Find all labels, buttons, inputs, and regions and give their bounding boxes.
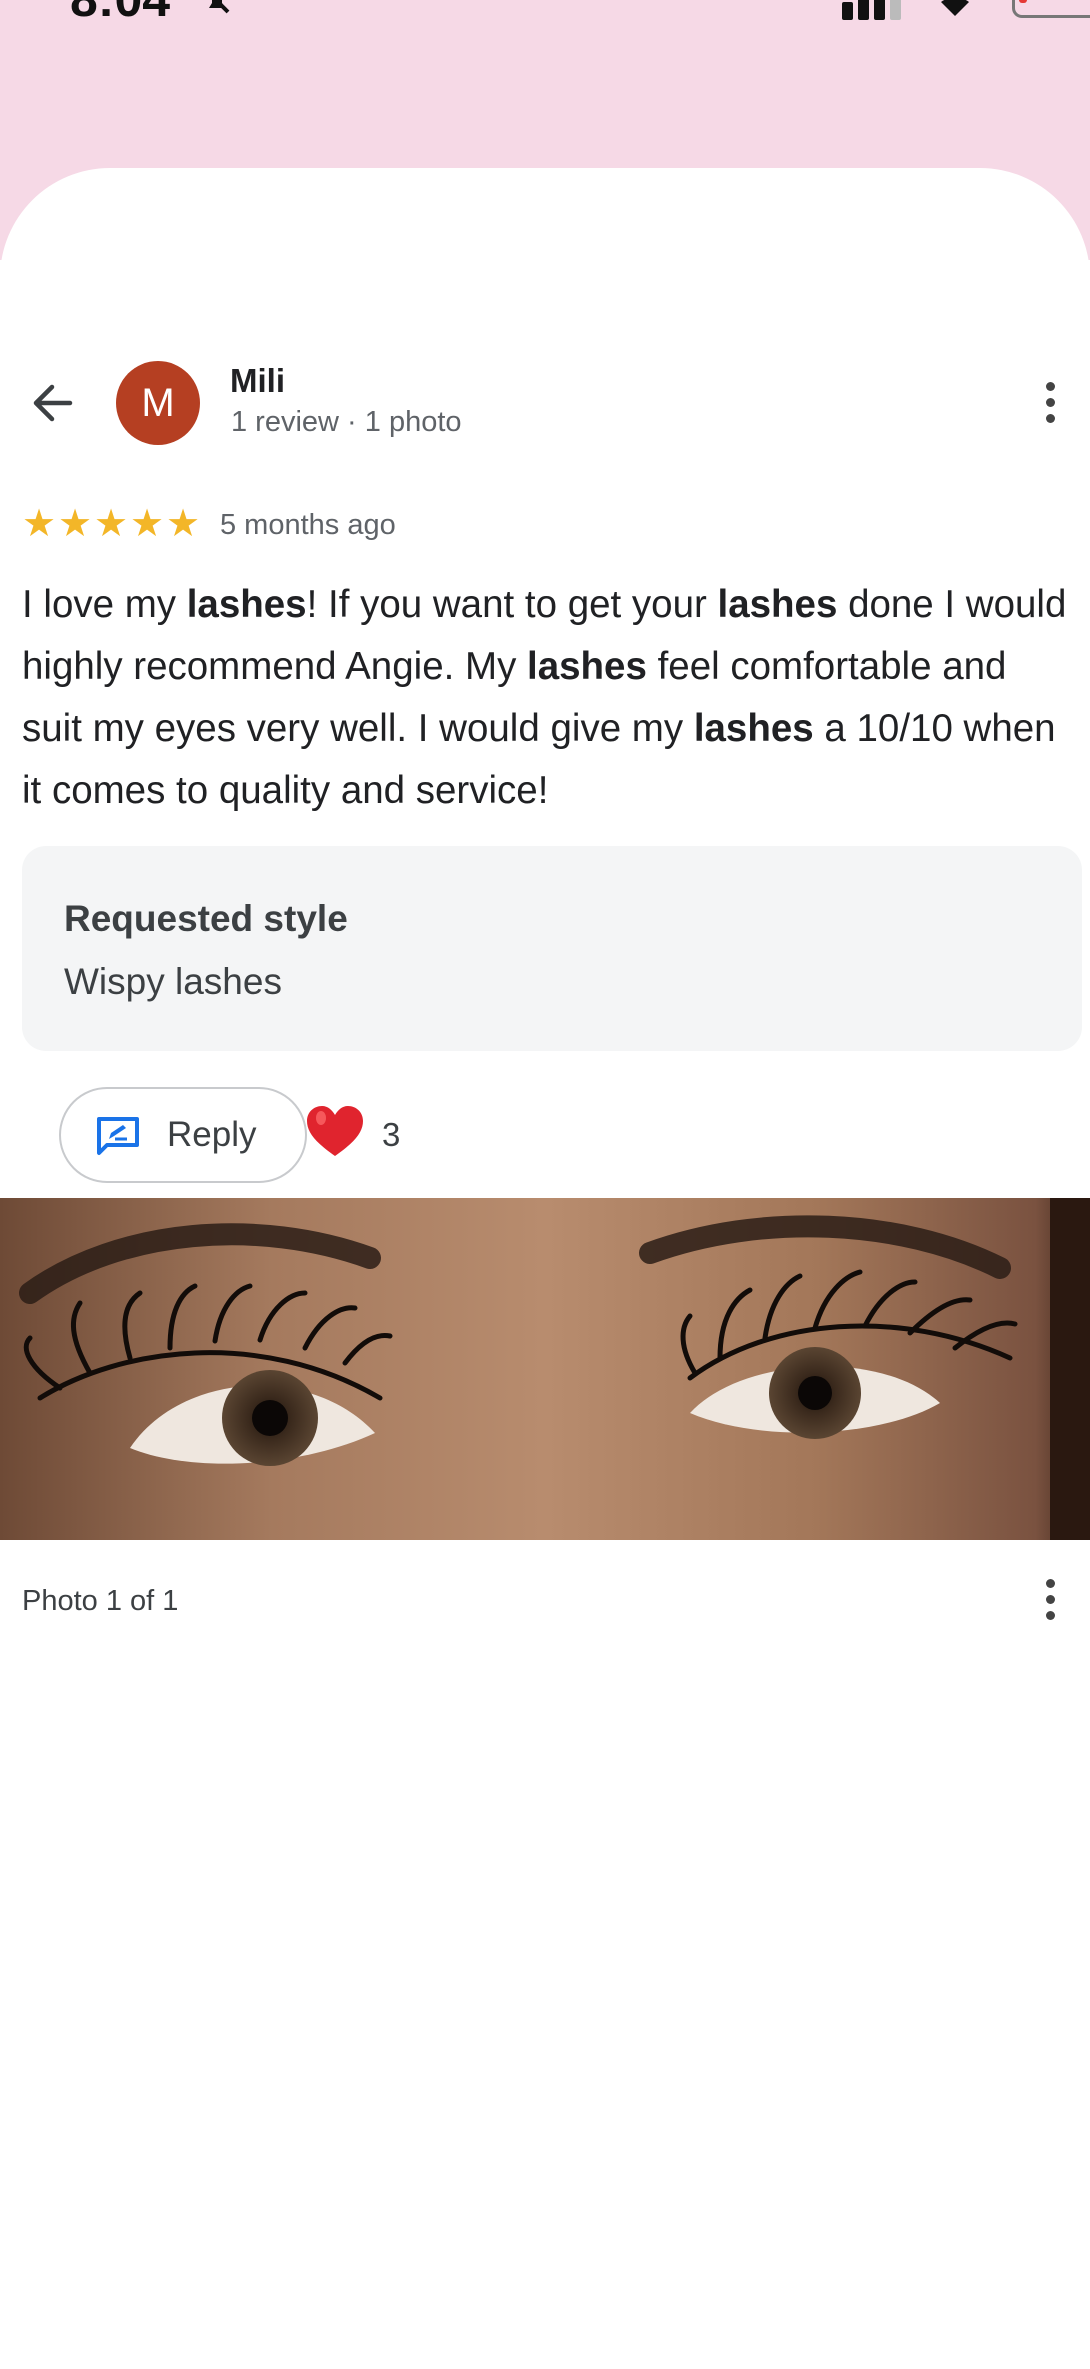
wifi-icon (941, 0, 969, 16)
review-photo[interactable] (0, 1198, 1090, 1540)
requested-style-value: Wispy lashes (64, 961, 282, 1002)
more-options-icon[interactable] (1036, 378, 1066, 428)
reply-edit-icon (97, 1117, 139, 1155)
review-keyword: lashes (717, 583, 838, 626)
star-rating: ★ ★ ★ ★ ★ (22, 504, 202, 544)
reply-label: Reply (167, 1115, 257, 1154)
status-bar: 8:04 (0, 0, 1090, 30)
reviewer-meta: 1 review · 1 photo (231, 406, 462, 438)
review-keyword: lashes (693, 707, 814, 750)
review-text: I love my lashes! If you want to get you… (22, 574, 1072, 822)
star-icon: ★ (94, 503, 129, 545)
photo-caption: Photo 1 of 1 (22, 1585, 179, 1617)
bell-off-icon (200, 0, 234, 24)
review-date: 5 months ago (220, 509, 396, 541)
requested-style-title: Requested style (64, 898, 348, 939)
review-segment: ! If you want to get your (306, 583, 718, 626)
star-icon: ★ (22, 503, 57, 545)
photo-more-options-icon[interactable] (1036, 1575, 1066, 1625)
status-time: 8:04 (70, 0, 170, 28)
review-segment: I love my (22, 583, 187, 626)
battery-icon (1012, 0, 1090, 18)
back-arrow-icon[interactable] (26, 378, 82, 428)
reply-button[interactable]: Reply (59, 1087, 307, 1183)
likes-count: 3 (382, 1116, 401, 1153)
requested-style-card: Requested style Wispy lashes (22, 846, 1082, 1051)
avatar[interactable]: M (116, 361, 200, 445)
reviewer-name[interactable]: Mili (230, 362, 285, 400)
review-keyword: lashes (186, 583, 307, 626)
star-icon: ★ (58, 503, 93, 545)
star-icon: ★ (130, 503, 165, 545)
star-icon: ★ (166, 503, 201, 545)
heart-icon[interactable] (305, 1104, 365, 1160)
signal-icon (842, 0, 912, 20)
review-keyword: lashes (527, 645, 647, 688)
